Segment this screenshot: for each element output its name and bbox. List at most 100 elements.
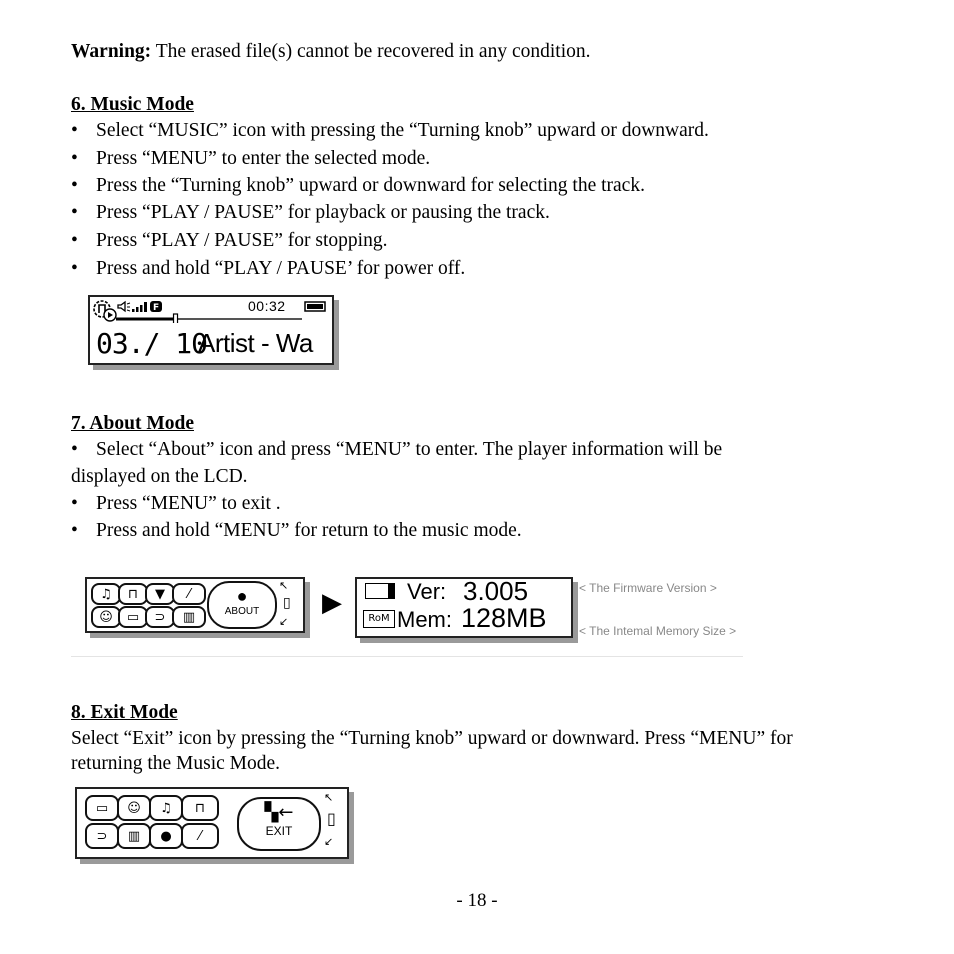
bullet-icon: • bbox=[71, 148, 78, 169]
exit-mode-text-line1: Select “Exit” icon by pressing the “Turn… bbox=[71, 728, 793, 749]
bullet-icon: • bbox=[71, 175, 78, 196]
music-icon: ♫ bbox=[100, 586, 112, 602]
arrow-right-icon: ▶ bbox=[322, 588, 342, 618]
menu-item-about[interactable]: ● bbox=[149, 823, 183, 849]
menu-item-music[interactable]: ♫ bbox=[149, 795, 183, 821]
menu-item-radio[interactable]: ▥ bbox=[117, 823, 151, 849]
face-icon: ☺ bbox=[127, 800, 141, 816]
exit-mode-heading: 8. Exit Mode bbox=[71, 702, 178, 723]
card-icon: ▭ bbox=[126, 609, 140, 625]
scroll-up-arrow-icon[interactable]: ↖ bbox=[279, 579, 288, 592]
list-item-text: Press “PLAY / PAUSE” for stopping. bbox=[96, 230, 388, 251]
figure-divider bbox=[71, 656, 743, 657]
progress-bar[interactable] bbox=[116, 313, 302, 323]
face-icon: ☺ bbox=[99, 609, 113, 625]
music-lcd-status-bar: F bbox=[93, 300, 326, 323]
list-item: • Press “MENU” to enter the selected mode… bbox=[71, 148, 430, 170]
about-mode-heading: 7. About Mode bbox=[71, 413, 194, 434]
bullet-icon: • bbox=[71, 230, 78, 251]
about-info-lcd: Ver: 3.005 RoM Mem: 128MB bbox=[355, 576, 573, 638]
menu-item-plug[interactable]: ⊃ bbox=[145, 606, 175, 628]
list-item: • Press “MENU” to exit . bbox=[71, 493, 281, 515]
folder-icon: ⊓ bbox=[127, 586, 139, 602]
menu-item-folder[interactable]: ⊓ bbox=[181, 795, 219, 821]
battery-icon bbox=[304, 301, 326, 312]
menu-item-card[interactable]: ▭ bbox=[85, 795, 119, 821]
scroll-down-arrow-icon[interactable]: ↙ bbox=[324, 835, 333, 848]
exit-mode-text-line2: returning the Music Mode. bbox=[71, 753, 281, 774]
exit-menu-lcd: ▭ ☺ ♫ ⊓ ⊃ ▥ ● ⁄ ▚← EXIT ↖ ▯ ↙ bbox=[75, 787, 349, 859]
volume-icon bbox=[117, 300, 131, 313]
rom-icon: RoM bbox=[363, 610, 395, 628]
version-label: Ver: bbox=[407, 579, 447, 604]
list-item: • Press and hold “PLAY / PAUSE’ for power… bbox=[71, 258, 465, 280]
page-number: - 18 - bbox=[456, 890, 498, 911]
menu-item-about-selected[interactable]: ● ABOUT bbox=[207, 581, 277, 629]
menu-item-music[interactable]: ♫ bbox=[91, 583, 121, 605]
bullet-icon: • bbox=[71, 520, 78, 541]
menu-item-exit-selected[interactable]: ▚← EXIT bbox=[237, 797, 321, 851]
warning-label: Warning: bbox=[71, 41, 152, 62]
scroll-down-arrow-icon[interactable]: ↙ bbox=[279, 615, 288, 628]
folder-icon: ⊓ bbox=[194, 800, 206, 816]
bullet-icon: • bbox=[71, 202, 78, 223]
list-item-text: Select “About” icon and press “MENU” to … bbox=[96, 439, 723, 460]
memory-caption: < The Intemal Memory Size > bbox=[579, 624, 737, 638]
about-icon: ● bbox=[236, 586, 248, 606]
bullet-icon: • bbox=[71, 439, 78, 460]
track-title: Artist - Wa bbox=[198, 328, 313, 358]
menu-item-folder[interactable]: ⊓ bbox=[118, 583, 148, 605]
bullet-icon: • bbox=[71, 120, 78, 141]
device-icon: ▯ bbox=[283, 595, 291, 611]
voice-icon: ▼ bbox=[155, 586, 165, 602]
card-icon: ▭ bbox=[95, 800, 109, 816]
list-item: • Press “PLAY / PAUSE” for stopping. bbox=[71, 230, 387, 252]
warning-text: The erased file(s) cannot be recovered i… bbox=[151, 41, 591, 62]
mic-icon: ⁄ bbox=[198, 828, 202, 844]
menu-item-mic[interactable]: ⁄ bbox=[172, 583, 206, 605]
play-icon bbox=[103, 308, 117, 322]
list-item: • Press the “Turning knob” upward or down… bbox=[71, 175, 645, 197]
radio-icon: ▥ bbox=[127, 828, 141, 844]
menu-item-face[interactable]: ☺ bbox=[91, 606, 121, 628]
plug-icon: ⊃ bbox=[96, 828, 108, 844]
music-mode-heading: 6. Music Mode bbox=[71, 94, 194, 115]
firmware-caption: < The Firmware Version > bbox=[579, 581, 717, 595]
menu-item-voice[interactable]: ▼ bbox=[145, 583, 175, 605]
menu-item-radio[interactable]: ▥ bbox=[172, 606, 206, 628]
music-icon: ♫ bbox=[160, 800, 172, 816]
track-number: 03./ 10 bbox=[96, 327, 208, 360]
radio-icon: ▥ bbox=[182, 609, 196, 625]
about-menu-lcd: ♫ ⊓ ▼ ⁄ ☺ ▭ ⊃ ▥ ● ABOUT ↖ ▯ ↙ bbox=[85, 577, 305, 633]
progress-knob bbox=[172, 313, 179, 323]
exit-icon: ▚← bbox=[264, 802, 294, 823]
menu-item-card[interactable]: ▭ bbox=[118, 606, 148, 628]
list-item: • Select “About” icon and press “MENU” to… bbox=[71, 439, 722, 461]
menu-item-plug[interactable]: ⊃ bbox=[85, 823, 119, 849]
about-icon: ● bbox=[160, 828, 172, 844]
mic-icon: ⁄ bbox=[187, 586, 191, 602]
eq-badge-icon: F bbox=[150, 301, 162, 313]
list-item-text: Press “MENU” to enter the selected mode. bbox=[96, 148, 431, 169]
menu-item-face[interactable]: ☺ bbox=[117, 795, 151, 821]
bullet-icon: • bbox=[71, 258, 78, 279]
list-item: • Select “MUSIC” icon with pressing the “… bbox=[71, 120, 709, 142]
exit-label: EXIT bbox=[265, 824, 293, 838]
bullet-icon: • bbox=[71, 493, 78, 514]
signal-bars-icon bbox=[132, 302, 147, 312]
music-lcd-screen: F 00:32 03./ 10 Artist - Wa bbox=[88, 295, 334, 365]
device-icon: ▯ bbox=[327, 809, 336, 828]
list-item: • Press and hold “MENU” for return to the… bbox=[71, 520, 522, 542]
list-item-continuation: displayed on the LCD. bbox=[71, 466, 248, 487]
about-label: ABOUT bbox=[224, 606, 260, 617]
memory-value: 128MB bbox=[461, 603, 547, 633]
firmware-chip-icon bbox=[365, 583, 395, 599]
warning-paragraph: Warning: The erased file(s) cannot be re… bbox=[71, 41, 590, 63]
list-item-text: Press and hold “MENU” for return to the … bbox=[96, 520, 522, 541]
memory-label: Mem: bbox=[397, 607, 452, 632]
list-item-text: Press and hold “PLAY / PAUSE’ for power … bbox=[96, 258, 466, 279]
svg-text:F: F bbox=[153, 303, 159, 313]
list-item-text: Select “MUSIC” icon with pressing the “T… bbox=[96, 120, 709, 141]
scroll-up-arrow-icon[interactable]: ↖ bbox=[324, 791, 333, 804]
menu-item-mic[interactable]: ⁄ bbox=[181, 823, 219, 849]
